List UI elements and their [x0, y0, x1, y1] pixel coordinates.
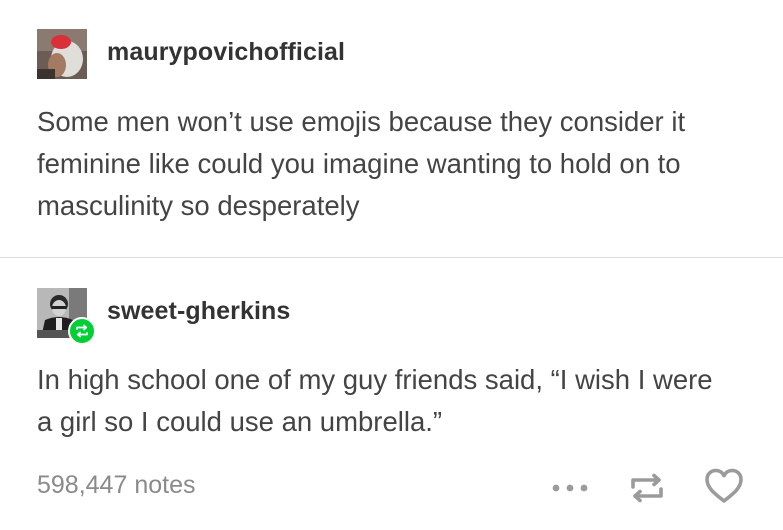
reblog-icon	[631, 473, 663, 503]
more-icon	[552, 484, 588, 492]
post-body-line: a girl so I could use an umbrella.”	[37, 406, 443, 437]
reblog-badge	[68, 317, 96, 345]
more-options-button[interactable]	[549, 474, 591, 502]
reblog-icon	[76, 324, 88, 338]
profile-photo-icon	[37, 29, 87, 79]
post-body-line: Some men won’t use emojis because they c…	[37, 106, 686, 137]
post-divider	[0, 257, 783, 258]
heart-icon	[705, 468, 743, 503]
reblog-button[interactable]	[627, 470, 667, 506]
post-body-line: masculinity so desperately	[37, 190, 360, 221]
avatar-maurypovichofficial[interactable]	[37, 29, 87, 79]
post-username[interactable]: maurypovichofficial	[107, 38, 345, 67]
post-username[interactable]: sweet-gherkins	[107, 297, 290, 326]
like-button[interactable]	[703, 467, 745, 505]
notes-count[interactable]: 598,447 notes	[37, 471, 195, 500]
post-body-line: feminine like could you imagine wanting …	[37, 148, 681, 179]
post-body-text: Some men won’t use emojis because they c…	[37, 101, 752, 227]
post-body-line: In high school one of my guy friends sai…	[37, 364, 713, 395]
post-body-text: In high school one of my guy friends sai…	[37, 359, 752, 443]
